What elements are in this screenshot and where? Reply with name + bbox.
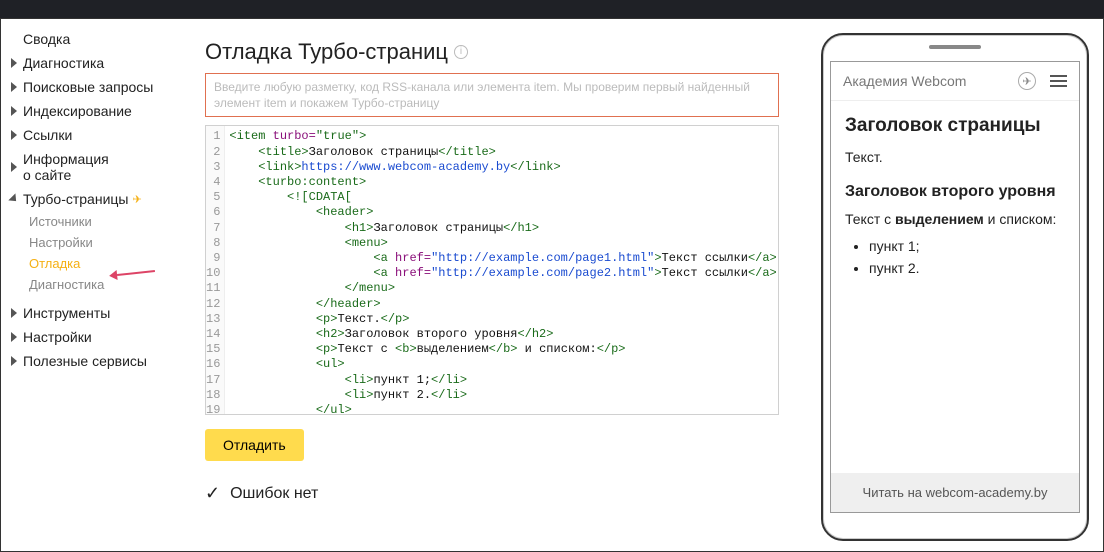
sidebar-turbo-debug[interactable]: Отладка bbox=[11, 253, 193, 274]
phone-speaker bbox=[929, 45, 981, 49]
check-icon: ✓ bbox=[205, 483, 220, 504]
sidebar: Сводка Диагностика Поисковые запросы Инд… bbox=[1, 19, 193, 551]
sidebar-diagnostics[interactable]: Диагностика bbox=[11, 51, 193, 75]
caret-icon bbox=[11, 130, 17, 140]
sidebar-useful-services[interactable]: Полезные сервисы bbox=[11, 349, 193, 373]
phone-screen: Академия Webcom ✈ Заголовок страницы Тек… bbox=[830, 61, 1080, 513]
sidebar-tools[interactable]: Инструменты bbox=[11, 301, 193, 325]
sidebar-settings[interactable]: Настройки bbox=[11, 325, 193, 349]
sidebar-summary[interactable]: Сводка bbox=[11, 27, 193, 51]
sidebar-turbo-diag[interactable]: Диагностика bbox=[11, 274, 193, 295]
instruction-box: Введите любую разметку, код RSS-канала и… bbox=[205, 73, 779, 117]
preview-site-name: Академия Webcom bbox=[843, 73, 966, 89]
preview-text: Текст. bbox=[845, 149, 1065, 165]
preview-body: Заголовок страницы Текст. Заголовок втор… bbox=[831, 101, 1079, 473]
status-text: Ошибок нет bbox=[230, 485, 318, 503]
list-item: пункт 1; bbox=[869, 235, 1065, 257]
debug-button[interactable]: Отладить bbox=[205, 429, 304, 461]
rocket-icon[interactable]: ✈ bbox=[1018, 72, 1036, 90]
preview-h1: Заголовок страницы bbox=[845, 115, 1065, 137]
sidebar-indexing[interactable]: Индексирование bbox=[11, 99, 193, 123]
caret-icon bbox=[11, 356, 17, 366]
sidebar-search-queries[interactable]: Поисковые запросы bbox=[11, 75, 193, 99]
code-area[interactable]: <item turbo="true"> <title>Заголовок стр… bbox=[225, 126, 779, 414]
sidebar-turbo-sources[interactable]: Источники bbox=[11, 211, 193, 232]
caret-icon bbox=[11, 308, 17, 318]
caret-icon bbox=[11, 106, 17, 116]
sidebar-links[interactable]: Ссылки bbox=[11, 123, 193, 147]
caret-icon bbox=[11, 332, 17, 342]
code-editor[interactable]: 1 2 3 4 5 6 7 8 9 10 11 12 13 14 15 16 1… bbox=[205, 125, 779, 415]
sidebar-turbo-pages[interactable]: Турбо-страницы✈ bbox=[11, 187, 193, 211]
sidebar-site-info[interactable]: Информация о сайте bbox=[11, 147, 193, 187]
info-icon[interactable]: i bbox=[454, 45, 468, 59]
app-frame: Сводка Диагностика Поисковые запросы Инд… bbox=[0, 18, 1104, 552]
preview-footer-link[interactable]: Читать на webcom-academy.by bbox=[831, 473, 1079, 512]
caret-icon bbox=[11, 162, 17, 172]
preview-paragraph: Текст с выделением и списком: bbox=[845, 211, 1065, 227]
preview-header: Академия Webcom ✈ bbox=[831, 62, 1079, 101]
preview-list: пункт 1; пункт 2. bbox=[845, 235, 1065, 279]
caret-icon bbox=[11, 82, 17, 92]
caret-icon bbox=[11, 58, 17, 68]
menu-icon[interactable] bbox=[1050, 72, 1067, 90]
phone-preview: Академия Webcom ✈ Заголовок страницы Тек… bbox=[821, 33, 1089, 541]
line-gutter: 1 2 3 4 5 6 7 8 9 10 11 12 13 14 15 16 1… bbox=[206, 126, 225, 414]
top-bar bbox=[0, 0, 1104, 18]
list-item: пункт 2. bbox=[869, 257, 1065, 279]
preview-h2: Заголовок второго уровня bbox=[845, 183, 1065, 201]
sidebar-turbo-settings[interactable]: Настройки bbox=[11, 232, 193, 253]
rocket-icon: ✈ bbox=[132, 193, 141, 206]
caret-icon bbox=[8, 193, 19, 204]
